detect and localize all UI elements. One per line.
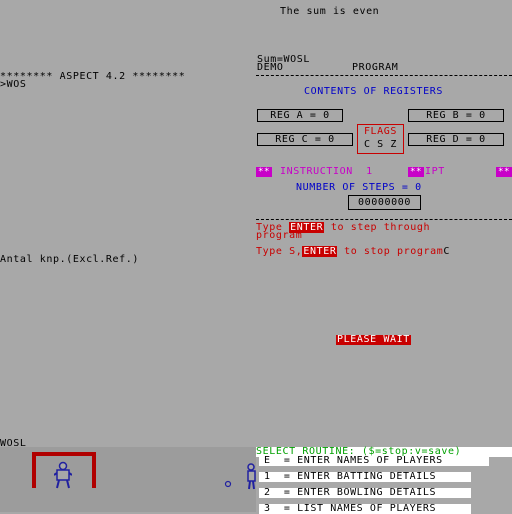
flags-bits: C S Z [363, 139, 398, 150]
stop-text: to stop program [337, 246, 444, 257]
divider [256, 219, 512, 220]
steps-label: NUMBER OF STEPS = 0 [296, 182, 422, 193]
menu-item[interactable]: 1 = ENTER BATTING DETAILS [259, 472, 471, 482]
player-icon [54, 461, 72, 489]
steps-counter: 00000000 [348, 195, 421, 210]
instruction-marker-left: ** [256, 167, 272, 177]
step-text-continued: program [256, 230, 303, 241]
menu-item[interactable]: 2 = ENTER BOWLING DETAILS [259, 488, 471, 498]
instruction-op: IPT [425, 166, 445, 177]
player-icon [247, 463, 256, 490]
register-d: REG D = 0 [408, 133, 504, 146]
section-label: PROGRAM [352, 62, 399, 73]
register-b: REG B = 0 [408, 109, 504, 122]
menu-item-label: 1 = ENTER BATTING DETAILS [264, 471, 437, 482]
menu-item-label: 2 = ENTER BOWLING DETAILS [264, 487, 437, 498]
info-line: Antal knp.(Excl.Ref.) [0, 254, 140, 265]
menu-item-label: 3 = LIST NAMES OF PLAYERS [264, 503, 437, 514]
register-c: REG C = 0 [257, 133, 353, 146]
command-prompt[interactable]: >WOS [0, 80, 26, 90]
flags-label: FLAGS [363, 126, 398, 137]
text-cursor: C [443, 246, 451, 257]
banner-text: The sum is even [280, 6, 380, 17]
app-title: ******** ASPECT 4.2 ******** [0, 71, 186, 82]
mode-label: DEMO [257, 62, 284, 73]
stop-enter-key-hint[interactable]: ENTER [302, 246, 338, 257]
please-wait-status: PLEASE WAIT [336, 334, 411, 345]
register-a: REG A = 0 [257, 109, 343, 122]
instruction-label: INSTRUCTION 1 [280, 166, 373, 177]
stop-text: Type S, [256, 246, 303, 257]
divider [256, 75, 512, 76]
instruction-marker-mid: ** [408, 167, 424, 177]
flags-box: FLAGS C S Z [357, 124, 404, 154]
contents-title: CONTENTS OF REGISTERS [304, 86, 444, 97]
menu-item[interactable]: 3 = LIST NAMES OF PLAYERS [259, 504, 471, 514]
step-text: to step through [324, 222, 431, 233]
menu-item[interactable]: E = ENTER NAMES OF PLAYERS [259, 456, 489, 466]
menu-item-label: E = ENTER NAMES OF PLAYERS [264, 455, 443, 466]
ball-icon [224, 480, 232, 488]
stop-instruction: Type S,ENTER to stop programC [256, 246, 451, 257]
instruction-marker-right: ** [496, 167, 512, 177]
